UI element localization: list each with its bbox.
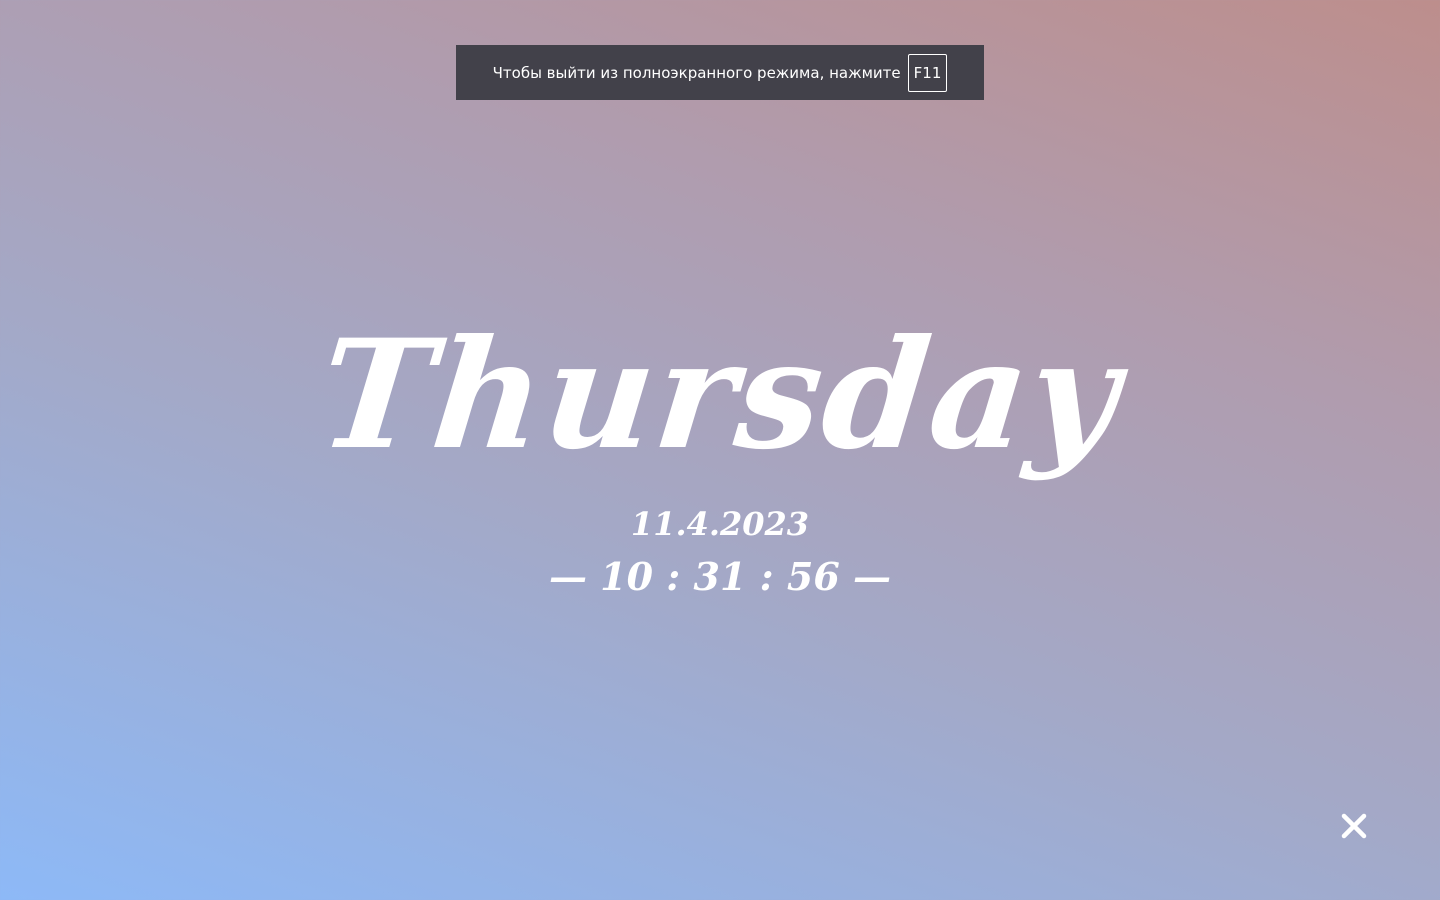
clock-display: Thursday 11.4.2023 — 10 : 31 : 56 — [0, 300, 1440, 600]
fullscreen-exit-notice: Чтобы выйти из полноэкранного режима, на… [456, 45, 984, 100]
fullscreen-notice-message: Чтобы выйти из полноэкранного режима, на… [492, 63, 901, 82]
close-icon [1341, 813, 1367, 839]
time-label: — 10 : 31 : 56 — [548, 554, 892, 599]
close-button[interactable] [1334, 806, 1374, 846]
f11-key-label: F11 [907, 53, 948, 92]
date-label: 11.4.2023 [630, 505, 810, 543]
weekday-label: Thursday [311, 307, 1129, 483]
